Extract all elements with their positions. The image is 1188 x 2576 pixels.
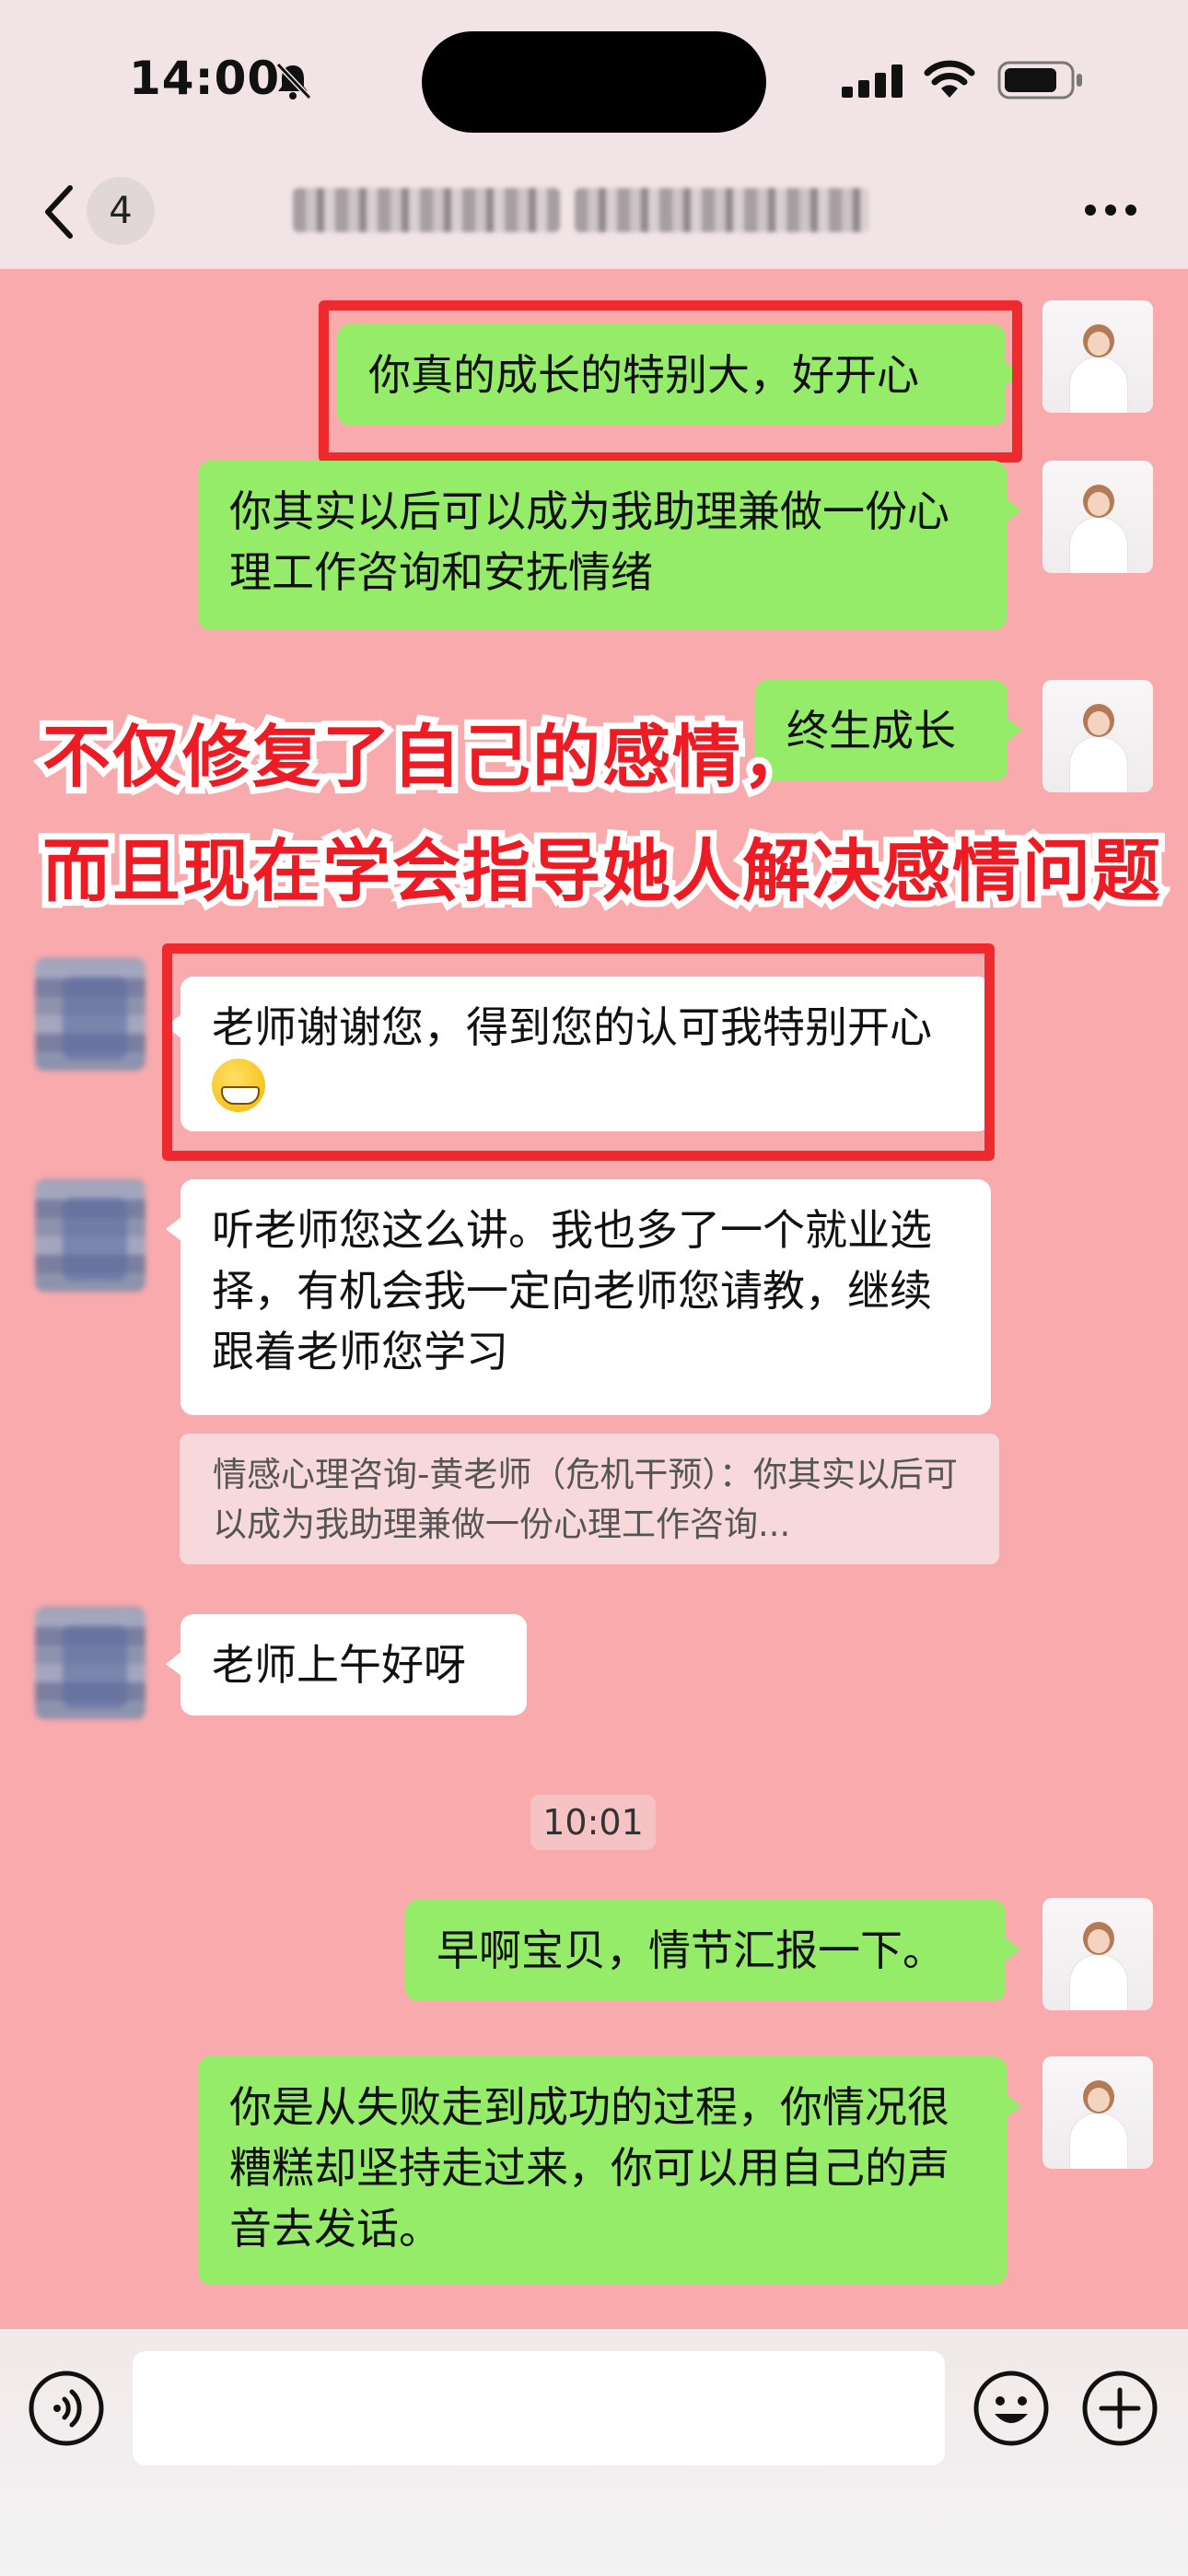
bell-off-icon bbox=[275, 62, 312, 100]
unread-count-badge[interactable]: 4 bbox=[87, 177, 155, 245]
blurred-chat-title bbox=[293, 188, 869, 236]
message-text: 听老师您这么讲。我也多了一个就业选择，有机会我一定向老师您请教，继续跟着老师您学… bbox=[212, 1205, 932, 1376]
contact-avatar[interactable] bbox=[35, 958, 146, 1071]
highlight-frame bbox=[319, 300, 1022, 463]
my-avatar[interactable] bbox=[1042, 1898, 1153, 2010]
message-bubble-sent[interactable]: 你其实以后可以成为我助理兼做一份心理工作咨询和安抚情绪 bbox=[198, 461, 1021, 630]
contact-avatar[interactable] bbox=[35, 1179, 146, 1292]
my-avatar[interactable] bbox=[1042, 2056, 1153, 2169]
highlight-frame bbox=[162, 943, 995, 1161]
quoted-text: 情感心理咨询-黄老师（危机干预）：你其实以后可以成为我助理兼做一份心理工作咨询.… bbox=[213, 1455, 958, 1544]
status-bar: 14:00 bbox=[0, 0, 1188, 157]
timestamp: 10:01 bbox=[530, 1795, 656, 1850]
message-text: 你其实以后可以成为我助理兼做一份心理工作咨询和安抚情绪 bbox=[229, 486, 949, 597]
dynamic-island bbox=[422, 31, 766, 133]
overlay-caption-line1: 不仅修复了自己的感情， bbox=[36, 711, 817, 803]
emoji-icon[interactable] bbox=[973, 2370, 1050, 2447]
message-bubble-received[interactable]: 老师上午好呀 bbox=[166, 1614, 527, 1715]
message-input[interactable] bbox=[133, 2351, 945, 2465]
my-avatar[interactable] bbox=[1042, 680, 1153, 792]
status-time: 14:00 bbox=[129, 52, 281, 105]
message-text: 老师上午好呀 bbox=[212, 1640, 466, 1690]
message-bubble-sent[interactable]: 早啊宝贝，情节汇报一下。 bbox=[405, 1900, 1020, 2001]
input-bar bbox=[0, 2329, 1188, 2576]
message-text: 早啊宝贝，情节汇报一下。 bbox=[437, 1926, 945, 1975]
wifi-icon bbox=[924, 60, 975, 98]
contact-avatar[interactable] bbox=[35, 1607, 146, 1719]
my-avatar[interactable] bbox=[1042, 461, 1153, 573]
message-bubble-sent[interactable]: 你是从失败走到成功的过程，你情况很糟糕却坚持走过来，你可以用自己的声音去发话。 bbox=[198, 2056, 1021, 2285]
battery-icon bbox=[997, 61, 1082, 100]
overlay-caption-line2: 而且现在学会指导她人解决感情问题 bbox=[36, 825, 1167, 918]
plus-icon[interactable] bbox=[1081, 2370, 1159, 2447]
more-icon[interactable] bbox=[1083, 201, 1138, 219]
signal-icon bbox=[842, 64, 903, 98]
quoted-reply[interactable]: 情感心理咨询-黄老师（危机干预）：你其实以后可以成为我助理兼做一份心理工作咨询.… bbox=[180, 1434, 999, 1564]
my-avatar[interactable] bbox=[1042, 300, 1153, 413]
chevron-left-icon[interactable] bbox=[41, 182, 77, 241]
message-bubble-received[interactable]: 听老师您这么讲。我也多了一个就业选择，有机会我一定向老师您请教，继续跟着老师您学… bbox=[166, 1179, 991, 1415]
voice-icon[interactable] bbox=[28, 2370, 105, 2447]
message-text: 你是从失败走到成功的过程，你情况很糟糕却坚持走过来，你可以用自己的声音去发话。 bbox=[229, 2082, 949, 2254]
chat-header: 4 bbox=[0, 157, 1188, 269]
